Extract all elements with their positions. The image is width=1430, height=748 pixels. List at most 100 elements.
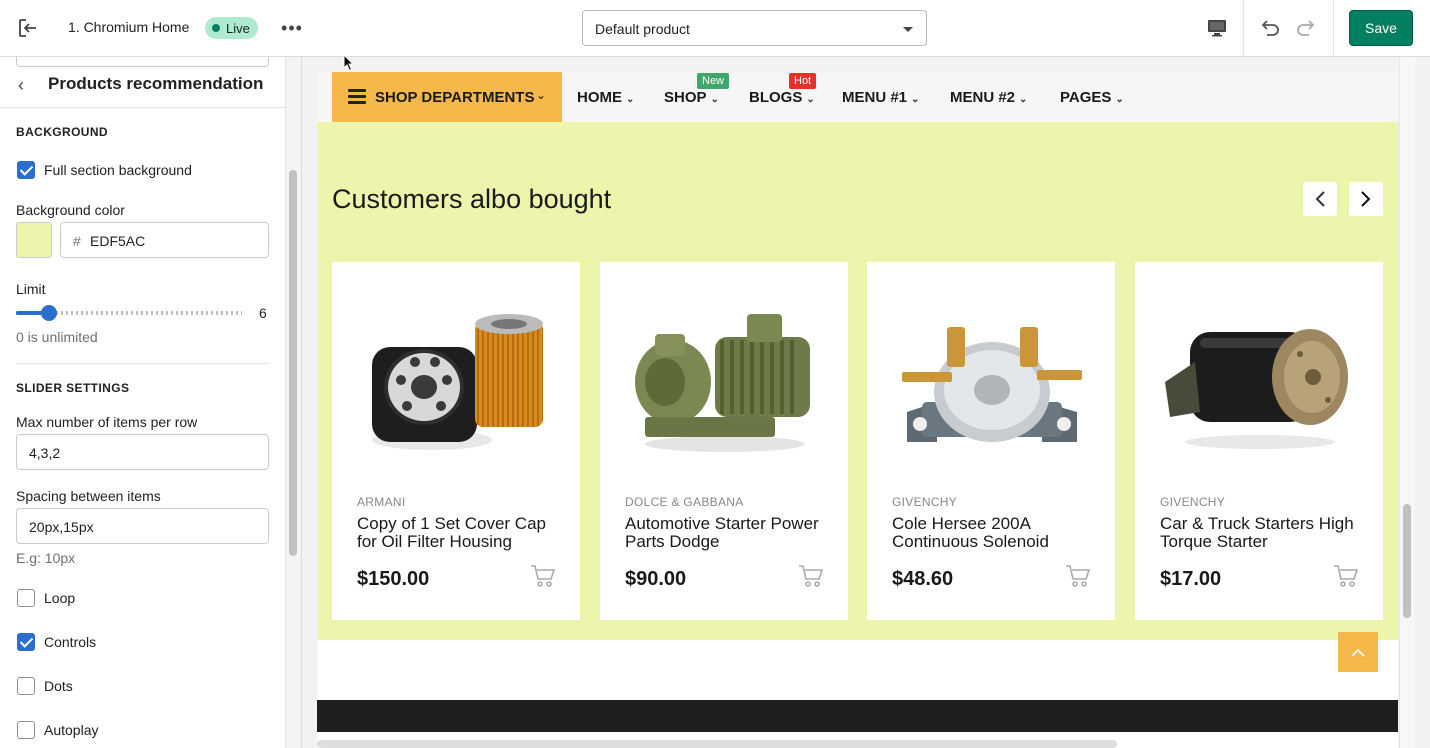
solenoid-image [902, 327, 1082, 442]
bg-color-input[interactable]: # EDF5AC [60, 222, 269, 258]
product-brand: DOLCE & GABBANA [625, 495, 744, 509]
bg-color-label: Background color [16, 202, 125, 218]
product-price: $48.60 [892, 568, 954, 590]
horizontal-scrollbar[interactable] [317, 740, 1117, 748]
product-brand: GIVENCHY [892, 495, 958, 509]
more-actions-button[interactable]: ••• [280, 16, 304, 40]
theme-name: 1. Chromium Home [68, 19, 190, 35]
chevron-down-icon: ⌄ [911, 94, 920, 105]
editor-topbar: 1. Chromium Home Live ••• Default produc… [0, 0, 1430, 57]
bg-color-swatch[interactable] [16, 222, 52, 258]
product-card[interactable]: ARMANI Copy of 1 Set Cover Cap for Oil F… [332, 262, 580, 620]
nav-item-label: SHOP [664, 89, 707, 106]
max-items-value: 4,3,2 [29, 445, 61, 461]
status-label: Live [226, 20, 250, 36]
bg-color-value: EDF5AC [90, 233, 146, 249]
hash-prefix: # [73, 233, 81, 249]
exit-icon[interactable] [14, 14, 42, 42]
nav-item-label: HOME [577, 89, 622, 106]
shop-departments-label: SHOP DEPARTMENTS [375, 89, 535, 106]
limit-value: 6 [259, 305, 267, 321]
sidebar-scrollbar-thumb[interactable] [289, 170, 297, 556]
autoplay-checkbox[interactable] [17, 721, 35, 739]
product-brand: ARMANI [357, 495, 406, 509]
product-select[interactable]: Default product [582, 10, 927, 46]
new-badge: New [697, 73, 730, 89]
product-name[interactable]: Automotive Starter Power Parts Dodge [625, 515, 830, 551]
chevron-down-icon: ⌄ [626, 94, 635, 105]
nav-item-pages[interactable]: PAGES ⌄ [1060, 89, 1124, 106]
cart-icon[interactable] [1333, 564, 1359, 588]
product-name[interactable]: Cole Hersee 200A Continuous Solenoid [892, 515, 1097, 551]
limit-label: Limit [16, 281, 46, 297]
full-bg-label: Full section background [44, 162, 192, 178]
status-dot-icon [212, 24, 220, 32]
product-price: $150.00 [357, 568, 430, 590]
section-title: Products recommendation [48, 74, 264, 93]
nav-item-blogs[interactable]: BLOGS ⌄ [749, 89, 815, 106]
chevron-up-icon [1351, 648, 1365, 657]
back-to-top-button[interactable] [1338, 632, 1378, 672]
loop-checkbox[interactable] [17, 589, 35, 607]
product-brand: GIVENCHY [1160, 495, 1226, 509]
desktop-preview-icon[interactable] [1203, 14, 1231, 42]
toolbar-divider [1243, 0, 1244, 57]
product-name[interactable]: Copy of 1 Set Cover Cap for Oil Filter H… [357, 515, 562, 551]
product-card[interactable]: GIVENCHY Car & Truck Starters High Torqu… [1135, 262, 1383, 620]
spacing-help: E.g: 10px [16, 550, 76, 566]
chevron-down-icon [903, 27, 913, 32]
nav-item-shop[interactable]: SHOP ⌄ [664, 89, 719, 106]
toolbar-divider [1333, 0, 1334, 57]
product-name[interactable]: Car & Truck Starters High Torque Starter [1160, 515, 1365, 551]
product-price: $90.00 [625, 568, 687, 590]
shop-departments-button[interactable]: SHOP DEPARTMENTS ⌄ [332, 72, 562, 122]
nav-item-label: MENU #2 [950, 89, 1016, 106]
cart-icon[interactable] [798, 564, 824, 588]
background-heading: BACKGROUND [16, 125, 108, 139]
carousel-next-button[interactable] [1349, 182, 1383, 216]
spacing-input[interactable]: 20px,15px [16, 508, 269, 544]
spacing-label: Spacing between items [16, 488, 161, 504]
dots-label: Dots [44, 678, 73, 694]
cart-icon[interactable] [530, 564, 556, 588]
water-pump-image [635, 314, 810, 452]
store-footer [317, 700, 1398, 732]
chevron-left-icon [1315, 191, 1325, 207]
chevron-down-icon: ⌄ [536, 88, 547, 102]
preview-scrollbar[interactable] [1399, 57, 1415, 748]
preview-scrollbar-thumb[interactable] [1403, 504, 1411, 618]
undo-icon[interactable] [1256, 14, 1284, 42]
autoplay-label: Autoplay [44, 722, 99, 738]
chevron-down-icon: ⌄ [1115, 94, 1124, 105]
save-button[interactable]: Save [1349, 10, 1413, 46]
controls-checkbox[interactable] [17, 633, 35, 651]
cart-icon[interactable] [1065, 564, 1091, 588]
loop-label: Loop [44, 590, 76, 606]
nav-item-label: MENU #1 [842, 89, 908, 106]
nav-item-home[interactable]: HOME ⌄ [577, 89, 634, 106]
max-items-label: Max number of items per row [16, 414, 198, 430]
section-header: ‹ Products recommendation [0, 64, 285, 108]
dots-checkbox[interactable] [17, 677, 35, 695]
nav-item-label: PAGES [1060, 89, 1112, 106]
product-card[interactable]: DOLCE & GABBANA Automotive Starter Power… [600, 262, 848, 620]
limit-slider-thumb[interactable] [41, 305, 57, 321]
spacing-value: 20px,15px [29, 519, 94, 535]
slider-settings-heading: SLIDER SETTINGS [16, 381, 130, 395]
menu-icon [348, 89, 366, 104]
oil-filter-image [372, 314, 543, 450]
full-bg-checkbox[interactable] [17, 161, 35, 179]
chevron-right-icon [1361, 191, 1371, 207]
back-chevron-icon[interactable]: ‹ [18, 75, 24, 96]
nav-item-menu-2[interactable]: MENU #2 ⌄ [950, 89, 1027, 106]
carousel-prev-button[interactable] [1303, 182, 1337, 216]
divider [16, 363, 269, 364]
product-card[interactable]: GIVENCHY Cole Hersee 200A Continuous Sol… [867, 262, 1115, 620]
product-select-value: Default product [595, 21, 690, 37]
chevron-down-icon: ⌄ [710, 94, 719, 105]
live-status-badge: Live [205, 17, 258, 39]
redo-icon[interactable] [1292, 14, 1320, 42]
nav-item-menu-1[interactable]: MENU #1 ⌄ [842, 89, 919, 106]
mouse-cursor-icon [343, 54, 355, 72]
max-items-input[interactable]: 4,3,2 [16, 434, 269, 470]
